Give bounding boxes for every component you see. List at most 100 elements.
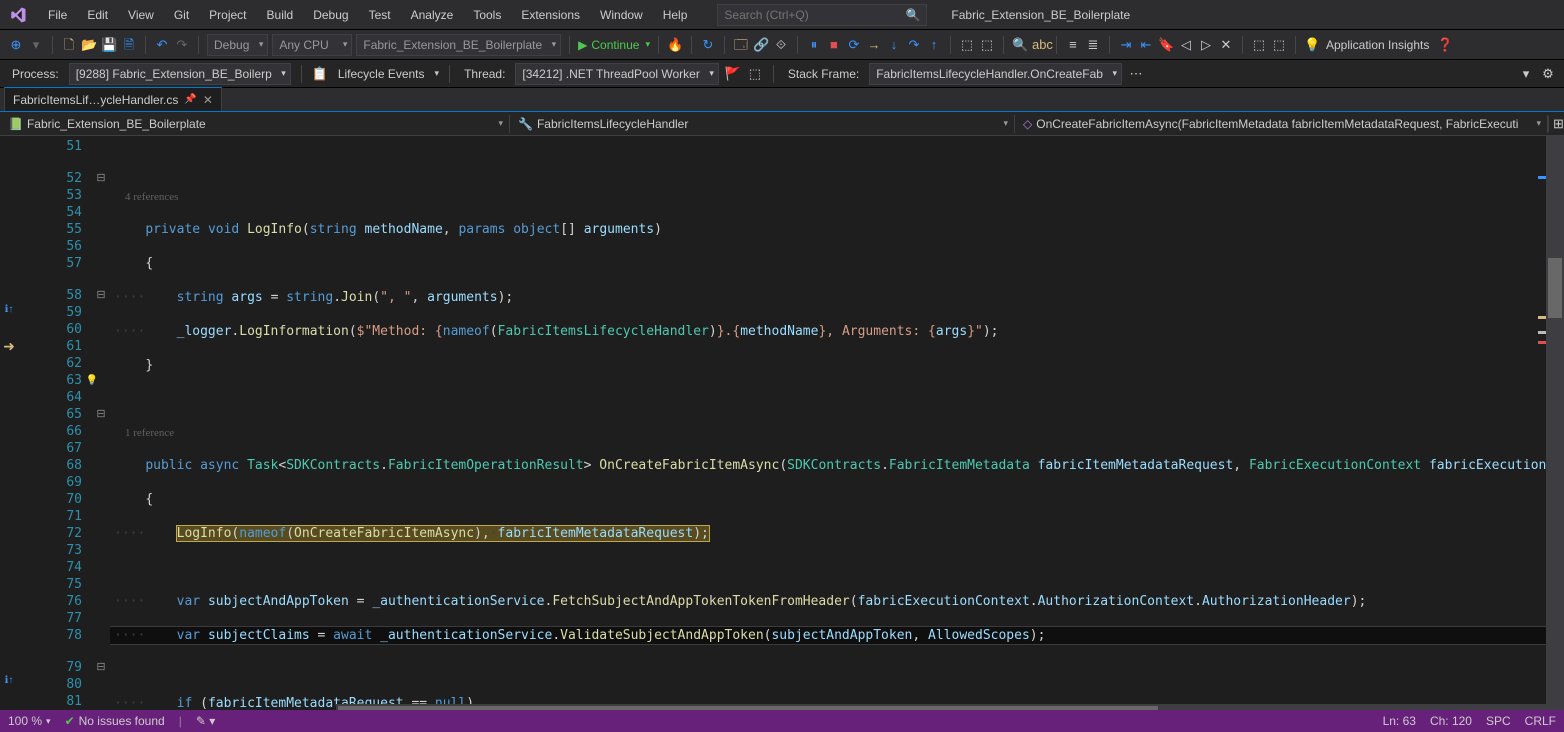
stop-icon[interactable]: ■ — [826, 37, 842, 53]
editor-tab[interactable]: FabricItemsLif…ycleHandler.cs 📌 ✕ — [4, 87, 222, 111]
tool-icon-2[interactable]: ⬚ — [979, 37, 995, 53]
bookmark-icon[interactable]: 🔖 — [1158, 37, 1174, 53]
app-insights-button[interactable]: Application Insights — [1326, 38, 1429, 52]
nav-class-dropdown[interactable]: 🔧 FabricItemsLifecycleHandler — [510, 115, 1015, 133]
menu-test[interactable]: Test — [359, 4, 401, 26]
clear-bookmarks-icon[interactable]: ✕ — [1218, 37, 1234, 53]
stackframe-label: Stack Frame: — [788, 67, 859, 81]
step-over-icon[interactable]: ↷ — [906, 37, 922, 53]
menu-extensions[interactable]: Extensions — [511, 4, 590, 26]
toolbar-chevron-icon[interactable]: ▾ — [1518, 66, 1534, 82]
fold-toggle[interactable]: ⊟ — [92, 170, 110, 187]
check-icon: ✔ — [65, 714, 75, 728]
nav-method-dropdown[interactable]: ◇ OnCreateFabricItemAsync(FabricItemMeta… — [1015, 115, 1548, 133]
stackframe-dropdown[interactable]: FabricItemsLifecycleHandler.OnCreateFab — [869, 63, 1122, 85]
uncomment-icon[interactable]: ≣ — [1085, 37, 1101, 53]
menu-analyze[interactable]: Analyze — [401, 4, 464, 26]
menu-git[interactable]: Git — [164, 4, 199, 26]
new-item-icon[interactable]: 🗋 — [61, 37, 77, 53]
zoom-level[interactable]: 100 % ▾ — [8, 714, 51, 728]
outdent-icon[interactable]: ⇤ — [1138, 37, 1154, 53]
line-number: 75 — [18, 576, 82, 593]
gear-icon[interactable]: ⚙ — [1540, 66, 1556, 82]
undo-icon[interactable]: ↶ — [154, 37, 170, 53]
codelens-refs[interactable]: 1 reference — [110, 425, 1564, 440]
vertical-scrollbar[interactable] — [1546, 136, 1564, 728]
menu-edit[interactable]: Edit — [77, 4, 118, 26]
nav-fwd-icon[interactable]: ▾ — [28, 37, 44, 53]
flag-icon[interactable]: 🚩 — [725, 66, 741, 82]
menu-file[interactable]: File — [38, 4, 77, 26]
solution-platform-dropdown[interactable]: Any CPU — [272, 34, 352, 56]
lifecycle-icon[interactable]: 📋 — [312, 66, 328, 82]
next-bookmark-icon[interactable]: ▷ — [1198, 37, 1214, 53]
tool-icon-4[interactable]: ⬚ — [1271, 37, 1287, 53]
lightbulb-icon[interactable]: 💡 — [1304, 37, 1320, 53]
nav-project-dropdown[interactable]: 📗 Fabric_Extension_BE_Boilerplate — [0, 115, 510, 133]
pause-icon[interactable]: ⏸ — [806, 37, 822, 53]
scrollbar-thumb[interactable] — [1548, 258, 1562, 318]
search-box[interactable]: 🔍 — [717, 4, 927, 26]
show-next-icon[interactable]: → — [866, 37, 882, 53]
menu-view[interactable]: View — [118, 4, 164, 26]
startup-project-dropdown[interactable]: Fabric_Extension_BE_Boilerplate — [356, 34, 561, 56]
menu-help[interactable]: Help — [653, 4, 698, 26]
nav-back-icon[interactable]: ⊕ — [8, 37, 24, 53]
close-tab-icon[interactable]: ✕ — [203, 93, 213, 107]
class-icon: 🔧 — [518, 117, 533, 131]
replace-icon[interactable]: abc — [1032, 37, 1048, 53]
menu-tools[interactable]: Tools — [463, 4, 511, 26]
fold-toggle[interactable]: ⊟ — [92, 659, 110, 676]
browser-link-icon[interactable]: 🔗 — [753, 37, 769, 53]
prev-bookmark-icon[interactable]: ◁ — [1178, 37, 1194, 53]
split-icon[interactable]: ⊞ — [1548, 116, 1564, 132]
help-icon[interactable]: ❓ — [1437, 37, 1453, 53]
cursor-col: Ch: 120 — [1430, 714, 1472, 728]
find-icon[interactable]: 🔍 — [1012, 37, 1028, 53]
menu-project[interactable]: Project — [199, 4, 256, 26]
process-dropdown[interactable]: [9288] Fabric_Extension_BE_Boilerp — [69, 63, 291, 85]
issues-status[interactable]: ✔ No issues found — [65, 714, 165, 728]
pen-icon[interactable]: ✎ ▾ — [196, 714, 215, 728]
line-number: 81 — [18, 693, 82, 710]
tool-icon-3[interactable]: ⬚ — [1251, 37, 1267, 53]
solution-config-dropdown[interactable]: Debug — [207, 34, 268, 56]
menu-window[interactable]: Window — [590, 4, 653, 26]
line-number: 51 — [18, 138, 82, 155]
pin-icon[interactable]: 📌 — [184, 94, 196, 105]
restart-debug-icon[interactable]: ⟳ — [846, 37, 862, 53]
step-into-icon[interactable]: ↓ — [886, 37, 902, 53]
csproj-icon: 📗 — [8, 117, 23, 131]
menu-build[interactable]: Build — [257, 4, 304, 26]
tool-icon-1[interactable]: ⬚ — [959, 37, 975, 53]
save-icon[interactable]: 💾 — [101, 37, 117, 53]
line-number: 68 — [18, 457, 82, 474]
script-debug-icon[interactable]: ⟐ — [773, 37, 789, 53]
code-content[interactable]: 4 references private void LogInfo(string… — [110, 136, 1564, 728]
browser-icon[interactable]: 🗔 — [733, 37, 749, 53]
open-icon[interactable]: 📂 — [81, 37, 97, 53]
lightbulb-hint-icon[interactable]: 💡 — [86, 372, 98, 389]
hot-reload-icon[interactable]: 🔥 — [667, 37, 683, 53]
continue-button[interactable]: ▶Continue▾ — [578, 38, 650, 52]
redo-icon[interactable]: ↷ — [174, 37, 190, 53]
indent-icon[interactable]: ⇥ — [1118, 37, 1134, 53]
menu-debug[interactable]: Debug — [303, 4, 358, 26]
search-input[interactable] — [724, 8, 905, 22]
info-glyph-icon[interactable]: ℹ↑ — [0, 304, 18, 321]
comment-icon[interactable]: ≡ — [1065, 37, 1081, 53]
line-ending[interactable]: CRLF — [1525, 714, 1556, 728]
line-number: 58 — [18, 287, 82, 304]
menubar: File Edit View Git Project Build Debug T… — [0, 0, 1564, 30]
fold-toggle[interactable]: ⊟ — [92, 406, 110, 423]
save-all-icon[interactable]: 🗎 — [121, 37, 137, 53]
step-out-icon[interactable]: ↑ — [926, 37, 942, 53]
restart-icon[interactable]: ↻ — [700, 37, 716, 53]
overflow-icon[interactable]: ⋯ — [1128, 66, 1144, 82]
info-glyph-icon-2[interactable]: ℹ↑ — [0, 675, 18, 692]
thread-dropdown[interactable]: [34212] .NET ThreadPool Worker — [515, 63, 718, 85]
indent-mode[interactable]: SPC — [1486, 714, 1511, 728]
fold-toggle[interactable]: ⊟ — [92, 287, 110, 304]
codelens-refs[interactable]: 4 references — [110, 189, 1564, 204]
threads-icon[interactable]: ⬚ — [747, 66, 763, 82]
